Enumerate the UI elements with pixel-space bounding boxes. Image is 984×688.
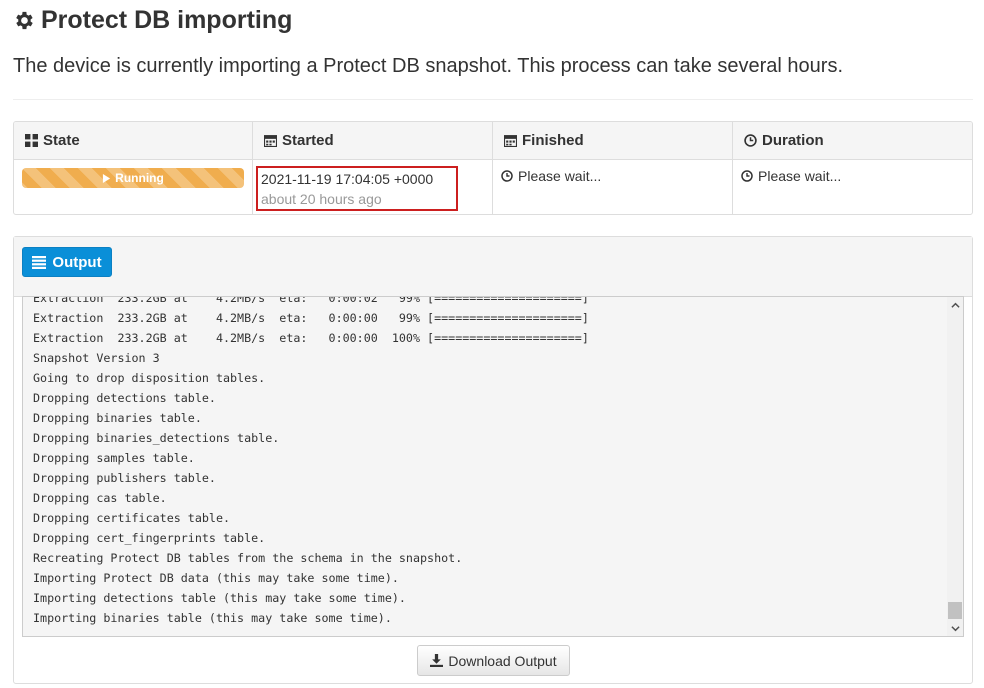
divider xyxy=(13,99,973,100)
page-description: The device is currently importing a Prot… xyxy=(13,55,844,77)
column-state: State xyxy=(14,122,253,159)
state-progress-bar: Running xyxy=(22,168,244,188)
log-line: Going to drop disposition tables. xyxy=(33,371,266,385)
log-line: Importing binaries table (this may take … xyxy=(33,611,392,625)
log-line: Dropping cas table. xyxy=(33,491,167,505)
scroll-up-button[interactable] xyxy=(947,297,963,313)
status-table: State Started Finished Duration Running … xyxy=(13,121,973,215)
scroll-thumb[interactable] xyxy=(948,602,962,619)
status-table-header: State Started Finished Duration xyxy=(14,122,972,160)
status-table-row: Running 2021-11-19 17:04:05 +0000 about … xyxy=(14,160,972,214)
log-scrollbar[interactable] xyxy=(947,297,963,636)
log-line: Dropping samples table. xyxy=(33,451,195,465)
started-relative-time: about 20 hours ago xyxy=(261,191,382,207)
list-icon xyxy=(32,256,47,269)
download-icon xyxy=(430,654,444,667)
column-label: State xyxy=(43,132,80,149)
output-log[interactable]: Extraction 233.2GB at 4.2MB/s eta: 0:00:… xyxy=(22,296,964,637)
cell-started: 2021-11-19 17:04:05 +0000 about 20 hours… xyxy=(253,160,493,214)
column-label: Duration xyxy=(762,132,824,149)
download-output-label: Download Output xyxy=(448,652,557,669)
clock-icon xyxy=(501,170,513,182)
started-timestamp: 2021-11-19 17:04:05 +0000 xyxy=(261,171,434,187)
column-label: Started xyxy=(282,132,334,149)
page-title: Protect DB importing xyxy=(12,4,292,36)
column-finished: Finished xyxy=(493,122,733,159)
column-started: Started xyxy=(253,122,493,159)
log-line: Extraction 233.2GB at 4.2MB/s eta: 0:00:… xyxy=(33,311,589,325)
scroll-down-button[interactable] xyxy=(947,620,963,636)
log-line: Extraction 233.2GB at 4.2MB/s eta: 0:00:… xyxy=(33,331,589,345)
play-icon xyxy=(103,173,111,183)
log-line: Extraction 233.2GB at 4.2MB/s eta: 0:00:… xyxy=(33,296,589,305)
finished-text: Please wait... xyxy=(518,168,602,184)
log-line: Dropping cert_fingerprints table. xyxy=(33,531,266,545)
state-label: Running xyxy=(115,171,164,185)
cell-state: Running xyxy=(14,160,253,214)
log-line: Recreating Protect DB tables from the sc… xyxy=(33,551,463,565)
duration-text: Please wait... xyxy=(758,168,842,184)
calendar-icon xyxy=(504,135,517,147)
download-output-button[interactable]: Download Output xyxy=(417,645,570,676)
log-line: Dropping detections table. xyxy=(33,391,216,405)
cell-finished: Please wait... xyxy=(493,160,733,214)
column-duration: Duration xyxy=(733,122,972,159)
log-line: Dropping binaries_detections table. xyxy=(33,431,280,445)
log-line: Importing detections table (this may tak… xyxy=(33,591,406,605)
column-label: Finished xyxy=(522,132,584,149)
gear-icon xyxy=(16,11,33,29)
clock-icon xyxy=(744,134,757,147)
log-line: Dropping binaries table. xyxy=(33,411,202,425)
calendar-icon xyxy=(264,135,277,147)
log-line: Dropping certificates table. xyxy=(33,511,231,525)
output-button-label: Output xyxy=(52,253,102,271)
log-line: Importing Protect DB data (this may take… xyxy=(33,571,399,585)
th-large-icon xyxy=(25,134,38,147)
log-lines: Extraction 233.2GB at 4.2MB/s eta: 0:00:… xyxy=(33,296,589,628)
page-title-text: Protect DB importing xyxy=(41,6,293,34)
output-button[interactable]: Output xyxy=(22,247,112,277)
cell-duration: Please wait... xyxy=(733,160,972,214)
chevron-down-icon xyxy=(950,625,960,631)
log-line: Snapshot Version 3 xyxy=(33,351,160,365)
clock-icon xyxy=(741,170,753,182)
log-line: Dropping publishers table. xyxy=(33,471,216,485)
output-panel: Output Extraction 233.2GB at 4.2MB/s eta… xyxy=(13,236,973,684)
output-panel-header: Output xyxy=(14,237,972,297)
chevron-up-icon xyxy=(950,302,960,308)
